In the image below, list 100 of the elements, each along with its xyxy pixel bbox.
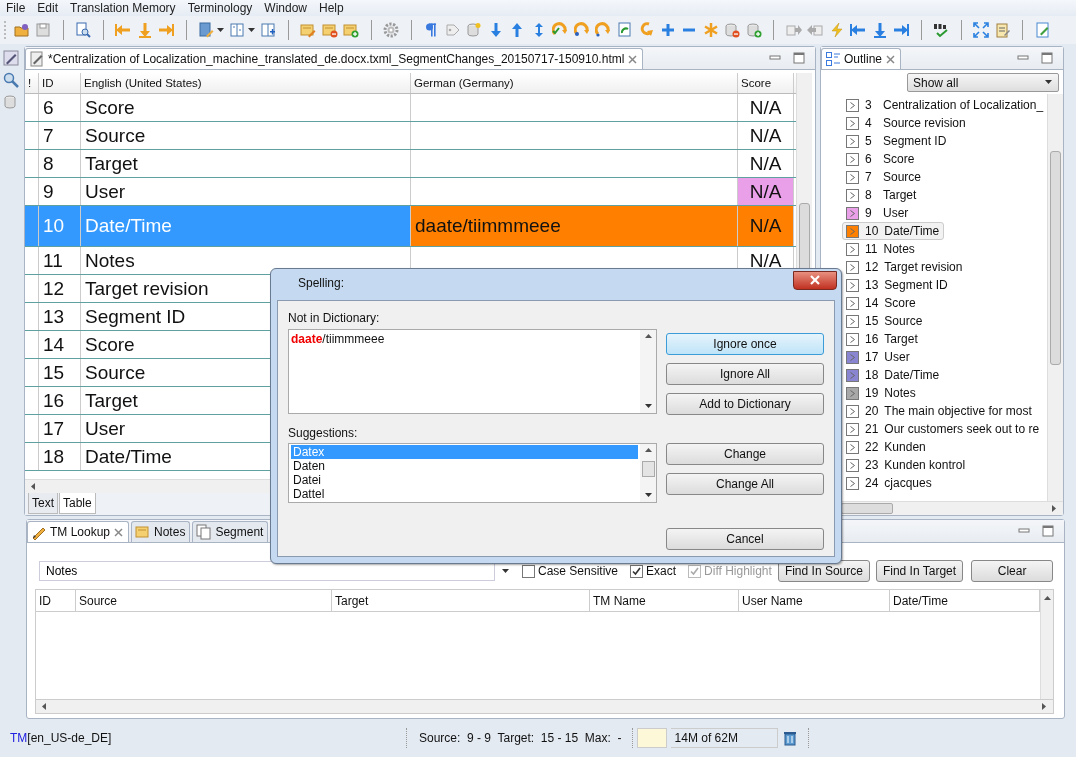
outline-item[interactable]: 18 Date/Time	[821, 366, 944, 384]
close-button[interactable]	[793, 270, 837, 290]
outline-item[interactable]: 15 Source	[821, 312, 927, 330]
search-field[interactable]: Notes	[39, 561, 495, 581]
editor-tab[interactable]: *Centralization of Localization_machine_translated_de.docx.txml_SegmentChanges_20150717-150910.html	[25, 48, 644, 69]
outline-item[interactable]: 9 User	[821, 204, 913, 222]
outline-item[interactable]: 4 Source revision	[821, 114, 970, 132]
scroll-down-icon[interactable]	[643, 402, 653, 411]
gear-icon[interactable]	[383, 22, 399, 38]
dialog-button[interactable]: Add to Dictionary	[666, 393, 824, 415]
pencil-icon[interactable]	[3, 50, 19, 66]
source-cell[interactable]: Score	[81, 94, 411, 121]
outline-item[interactable]: 20 The main objective for most	[821, 402, 1036, 420]
outline-item[interactable]: 14 Score	[821, 294, 920, 312]
scroll-up-icon[interactable]	[643, 332, 653, 341]
outline-item[interactable]: 16 Target	[821, 330, 922, 348]
outline-item[interactable]: 7 Source	[821, 168, 926, 186]
outline-tab[interactable]: Outline	[821, 48, 902, 69]
scrollbar[interactable]	[35, 699, 1054, 714]
arrow-down-icon[interactable]	[136, 22, 153, 38]
note-plus-icon[interactable]	[343, 22, 359, 38]
arrow-down-icon[interactable]	[871, 22, 888, 38]
outline-item[interactable]: 13 Segment ID	[821, 276, 952, 294]
dialog-button[interactable]: Change	[666, 443, 824, 465]
column-header[interactable]: German (Germany)	[411, 73, 738, 93]
filter-dropdown[interactable]: Show all	[907, 73, 1059, 92]
maximize-icon[interactable]	[1041, 52, 1053, 64]
arrow-left-icon[interactable]	[115, 22, 131, 38]
suggestion-item[interactable]: Datei	[291, 473, 638, 487]
column-header[interactable]: ID	[36, 590, 76, 611]
tag-icon[interactable]	[444, 22, 461, 38]
column-header[interactable]: Target	[332, 590, 590, 611]
outline-item[interactable]: 5 Segment ID	[821, 132, 951, 150]
outline-item[interactable]: 22 Kunden	[821, 438, 930, 456]
arrow-right-icon[interactable]	[893, 22, 909, 38]
scroll-up-icon[interactable]	[1042, 594, 1052, 603]
outline-item[interactable]: 6 Score	[821, 150, 919, 168]
checkbox[interactable]	[522, 564, 535, 578]
scroll-left-icon[interactable]	[29, 482, 38, 491]
save-icon[interactable]	[35, 22, 51, 38]
export-icon[interactable]	[785, 22, 802, 38]
outline-item[interactable]: 11 Notes	[821, 240, 919, 258]
lightning-icon[interactable]	[828, 22, 845, 38]
note-minus-icon[interactable]	[321, 22, 338, 38]
view-tab[interactable]: Text	[28, 493, 58, 514]
clipboard-icon[interactable]	[994, 22, 1011, 38]
source-cell[interactable]: Target	[81, 150, 411, 177]
column-header[interactable]: English (United States)	[81, 73, 411, 93]
close-icon[interactable]	[113, 526, 125, 538]
dropdown-arrow-icon[interactable]	[1044, 78, 1053, 87]
close-icon[interactable]	[885, 53, 897, 65]
menu-item[interactable]: Help	[313, 1, 350, 15]
column-header[interactable]: User Name	[739, 590, 890, 611]
scroll-up-icon[interactable]	[643, 446, 653, 455]
dialog-button[interactable]: Change All	[666, 473, 824, 495]
scrollbar[interactable]	[640, 444, 656, 502]
target-cell[interactable]: daate/tiimmmeee	[411, 206, 738, 246]
column-header[interactable]: !	[25, 73, 39, 93]
outline-item[interactable]: 24 cjacques	[821, 474, 936, 492]
checkbox[interactable]	[630, 564, 644, 578]
asterisk-icon[interactable]	[702, 22, 719, 38]
spellcheck-icon[interactable]	[933, 22, 949, 38]
document-magnifier-icon[interactable]	[75, 22, 91, 38]
dialog-button[interactable]: Cancel	[666, 528, 824, 550]
trash-icon[interactable]	[781, 730, 798, 746]
pilcrow-icon[interactable]	[423, 22, 439, 38]
caret-icon[interactable]	[247, 28, 255, 32]
outline-item[interactable]: 8 Target	[821, 186, 921, 204]
column-header[interactable]: Score	[738, 73, 794, 93]
copy-icon[interactable]	[196, 524, 213, 540]
check-arrow-icon[interactable]	[552, 22, 568, 38]
column-header[interactable]: TM Name	[590, 590, 739, 611]
plus-icon[interactable]	[659, 22, 676, 38]
question-arrow-icon[interactable]	[573, 22, 590, 38]
edit-icon[interactable]	[1034, 22, 1051, 38]
menu-item[interactable]: Window	[258, 1, 313, 15]
book-pencil-icon[interactable]	[198, 22, 214, 38]
curved-arrow-icon[interactable]	[638, 22, 654, 38]
scrollbar-thumb[interactable]	[641, 461, 655, 477]
arrow-right-icon[interactable]	[158, 22, 174, 38]
source-cell[interactable]: User	[81, 178, 411, 205]
outline-item[interactable]: 21 Our customers seek out to re	[821, 420, 1044, 438]
scroll-right-icon[interactable]	[1050, 504, 1059, 513]
expand-icon[interactable]	[973, 22, 989, 38]
caret-icon[interactable]	[216, 28, 224, 32]
scrollbar[interactable]	[1040, 590, 1053, 699]
import-icon[interactable]	[807, 22, 823, 38]
search-button[interactable]: Clear	[971, 560, 1054, 582]
database-minus-icon[interactable]	[724, 22, 740, 38]
database-star-icon[interactable]	[466, 22, 482, 38]
arrow-left-icon[interactable]	[850, 22, 866, 38]
outline-item[interactable]: 12 Target revision	[821, 258, 967, 276]
close-icon[interactable]	[627, 53, 639, 65]
dialog-button[interactable]: Ignore once	[666, 333, 824, 355]
dropdown-arrow-icon[interactable]	[501, 566, 510, 576]
column-header[interactable]: Source	[76, 590, 332, 611]
dialog-button[interactable]: Ignore All	[666, 363, 824, 385]
scroll-left-icon[interactable]	[40, 702, 49, 711]
text-area[interactable]: daate/tiimmmeee	[288, 329, 657, 414]
scrollbar-thumb[interactable]	[841, 503, 893, 514]
